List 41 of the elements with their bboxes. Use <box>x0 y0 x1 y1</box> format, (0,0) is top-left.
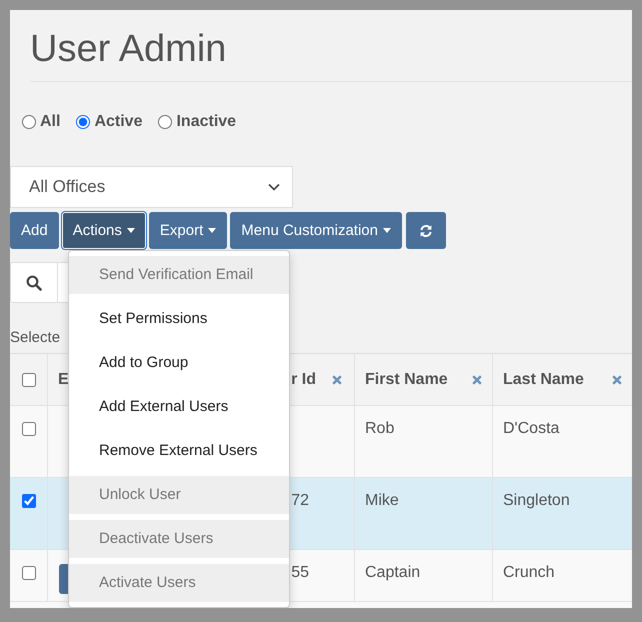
radio-button[interactable] <box>22 115 36 129</box>
row-checkbox[interactable] <box>22 422 36 436</box>
dropdown-button[interactable]: Menu Customization <box>230 212 402 249</box>
selection-label: Selecte <box>10 329 62 348</box>
dropdown-button[interactable]: Export <box>148 212 228 249</box>
close-icon <box>472 374 482 384</box>
radio-button[interactable] <box>76 115 90 129</box>
table-cell: D'Costa <box>503 420 560 438</box>
caret-icon <box>383 228 391 233</box>
table-cell: Mike <box>365 492 399 510</box>
table-cell: Rob <box>365 420 394 438</box>
refresh-icon <box>419 224 433 238</box>
close-icon <box>612 374 622 384</box>
chevron-down-icon <box>268 183 280 191</box>
search-icon <box>26 274 42 290</box>
column-header[interactable]: Last Name <box>493 354 632 405</box>
office-select[interactable]: All Offices <box>10 166 293 208</box>
table-cell: Singleton <box>503 492 570 510</box>
table-cell: Crunch <box>503 564 555 582</box>
menu-item[interactable]: Add to Group <box>69 344 289 382</box>
page-title: User Admin <box>30 26 632 82</box>
dropdown-button[interactable]: Actions <box>62 212 146 249</box>
refresh-button[interactable] <box>406 212 446 249</box>
menu-item[interactable]: Remove External Users <box>69 432 289 470</box>
add-button[interactable]: Add <box>10 212 59 249</box>
caret-icon <box>208 228 216 233</box>
table-cell: Captain <box>365 564 420 582</box>
close-icon <box>332 374 342 384</box>
table-cell: 72 <box>291 492 309 510</box>
select-all-checkbox[interactable] <box>22 372 36 386</box>
radio-label: All <box>40 113 60 131</box>
row-checkbox[interactable] <box>22 566 36 580</box>
menu-item[interactable]: Set Permissions <box>69 300 289 338</box>
caret-icon <box>126 228 135 233</box>
search-button[interactable] <box>10 262 58 303</box>
radio-label: Inactive <box>176 113 236 131</box>
row-checkbox[interactable] <box>22 494 36 508</box>
radio-button[interactable] <box>158 115 172 129</box>
column-header[interactable]: First Name <box>355 354 493 405</box>
radio-label: Active <box>94 113 142 131</box>
table-cell: 55 <box>291 564 309 582</box>
